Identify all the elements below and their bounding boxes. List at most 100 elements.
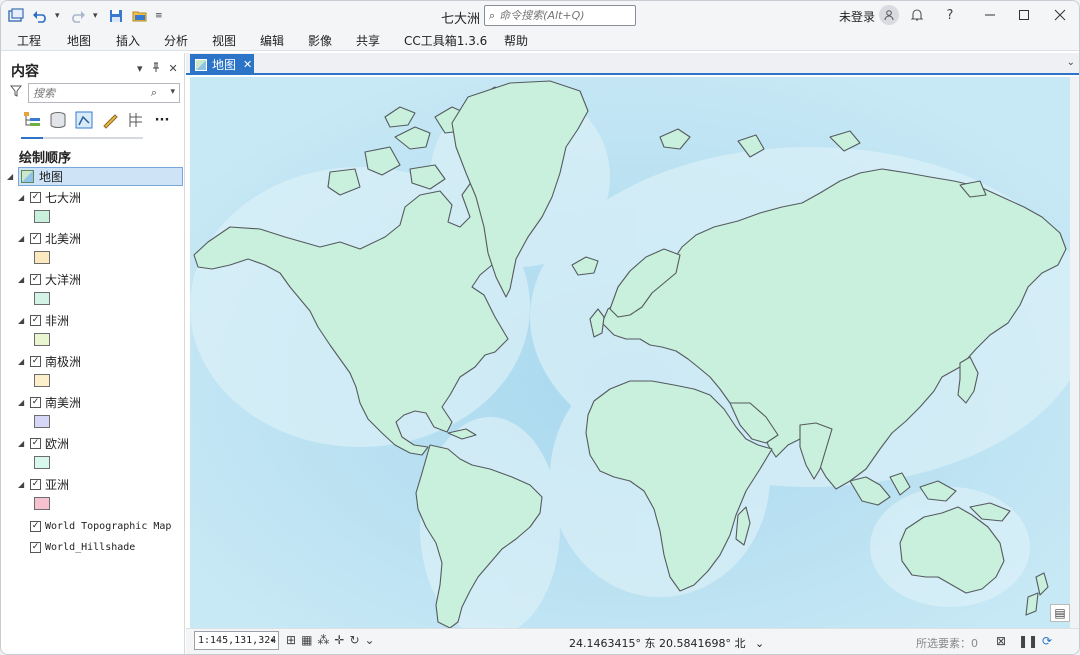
chevron-down-icon[interactable]: ⌄ bbox=[1067, 57, 1075, 68]
map-node[interactable]: 地图 bbox=[18, 167, 183, 186]
collapse-icon[interactable]: ◢ bbox=[18, 439, 24, 448]
layer-checkbox[interactable]: ✓ bbox=[30, 355, 41, 367]
rotation-icon[interactable]: ↻ bbox=[349, 633, 359, 647]
layer-item[interactable]: ✓ 亚洲 bbox=[30, 475, 69, 493]
undo-icon[interactable] bbox=[31, 7, 49, 25]
layer-item[interactable]: ✓ 南美洲 bbox=[30, 393, 81, 411]
layer-checkbox[interactable]: ✓ bbox=[30, 273, 41, 285]
layer-checkbox[interactable]: ✓ bbox=[30, 478, 41, 490]
layer-checkbox[interactable]: ✓ bbox=[30, 396, 41, 408]
basemap-label: World_Hillshade bbox=[45, 541, 136, 553]
chevron-down-icon[interactable]: ⌄ bbox=[755, 637, 764, 650]
layer-checkbox[interactable]: ✓ bbox=[30, 541, 41, 553]
layer-checkbox[interactable]: ✓ bbox=[30, 520, 41, 532]
layer-checkbox[interactable]: ✓ bbox=[30, 191, 41, 203]
pin-icon[interactable] bbox=[151, 62, 161, 76]
menu-map[interactable]: 地图 bbox=[67, 32, 91, 49]
collapse-icon[interactable]: ◢ bbox=[18, 316, 24, 325]
menu-share[interactable]: 共享 bbox=[356, 32, 380, 49]
title-bar: ▾ ▾ ≡ 七大洲 ⌕ 未登录 ? bbox=[1, 1, 1079, 31]
collapse-icon[interactable]: ◢ bbox=[18, 193, 24, 202]
menu-imagery[interactable]: 影像 bbox=[308, 32, 332, 49]
layer-label: 七大洲 bbox=[45, 190, 82, 205]
list-by-selection-icon[interactable] bbox=[75, 111, 93, 129]
pane-options-icon[interactable]: ▾ bbox=[137, 62, 143, 76]
redo-icon[interactable] bbox=[69, 7, 87, 25]
layer-item[interactable]: ✓ 非洲 bbox=[30, 311, 69, 329]
map-view[interactable] bbox=[190, 77, 1070, 628]
layer-swatch[interactable] bbox=[34, 415, 50, 428]
customize-qat-icon[interactable]: ≡ bbox=[155, 11, 163, 21]
map-scrollbar[interactable] bbox=[1070, 77, 1079, 628]
app-icon[interactable] bbox=[7, 7, 25, 25]
layer-swatch[interactable] bbox=[34, 374, 50, 387]
close-button[interactable] bbox=[1051, 6, 1069, 24]
command-search-input[interactable] bbox=[499, 9, 630, 22]
list-by-editing-icon[interactable] bbox=[101, 111, 119, 129]
layer-checkbox[interactable]: ✓ bbox=[30, 437, 41, 449]
search-options-icon[interactable]: ▾ bbox=[170, 87, 175, 97]
minimize-button[interactable] bbox=[981, 6, 999, 24]
menu-view[interactable]: 视图 bbox=[212, 32, 236, 49]
command-search[interactable]: ⌕ bbox=[484, 5, 636, 26]
list-by-source-icon[interactable] bbox=[49, 111, 67, 129]
list-by-drawing-order-icon[interactable] bbox=[23, 111, 41, 129]
layer-swatch[interactable] bbox=[34, 251, 50, 264]
layer-checkbox[interactable]: ✓ bbox=[30, 232, 41, 244]
menu-project[interactable]: 工程 bbox=[17, 32, 41, 49]
open-icon[interactable] bbox=[131, 7, 149, 25]
fixed-zoom-icon[interactable]: ⊞ bbox=[286, 633, 296, 647]
menu-help[interactable]: 帮助 bbox=[504, 32, 528, 49]
bell-icon[interactable] bbox=[908, 6, 926, 24]
pause-icon[interactable]: ❚❚ bbox=[1018, 634, 1038, 648]
layer-item[interactable]: ✓ 北美洲 bbox=[30, 229, 81, 247]
menu-edit[interactable]: 编辑 bbox=[260, 32, 284, 49]
contents-search[interactable]: ⌕ ▾ bbox=[28, 83, 180, 103]
close-icon[interactable]: ✕ bbox=[169, 62, 178, 76]
layer-checkbox[interactable]: ✓ bbox=[30, 314, 41, 326]
login-status[interactable]: 未登录 bbox=[839, 8, 875, 25]
snap-icon[interactable]: ⁂ bbox=[317, 633, 329, 647]
layer-swatch[interactable] bbox=[34, 292, 50, 305]
collapse-icon[interactable]: ◢ bbox=[18, 398, 24, 407]
save-icon[interactable] bbox=[107, 7, 125, 25]
layer-item[interactable]: ✓ 欧洲 bbox=[30, 434, 69, 452]
collapse-icon[interactable]: ◢ bbox=[18, 357, 24, 366]
grid-icon[interactable]: ▦ bbox=[301, 633, 312, 647]
layer-item[interactable]: ✓ 南极洲 bbox=[30, 352, 81, 370]
chevron-down-icon[interactable]: ⌄ bbox=[365, 633, 375, 647]
layers-icon[interactable]: ▤ bbox=[1050, 604, 1070, 622]
menu-insert[interactable]: 插入 bbox=[116, 32, 140, 49]
layer-swatch[interactable] bbox=[34, 333, 50, 346]
layer-swatch[interactable] bbox=[34, 497, 50, 510]
collapse-icon[interactable]: ◢ bbox=[18, 275, 24, 284]
maximize-button[interactable] bbox=[1015, 6, 1033, 24]
avatar[interactable] bbox=[879, 5, 899, 25]
redo-dropdown-icon[interactable]: ▾ bbox=[93, 11, 101, 21]
basemap-item[interactable]: ✓ World Topographic Map bbox=[30, 517, 171, 535]
search-icon[interactable]: ⌕ bbox=[151, 86, 157, 100]
layer-item[interactable]: ✓ 大洋洲 bbox=[30, 270, 81, 288]
layer-swatch[interactable] bbox=[34, 210, 50, 223]
chevron-down-icon[interactable]: ▾ bbox=[270, 636, 275, 645]
undo-dropdown-icon[interactable]: ▾ bbox=[55, 11, 63, 21]
contents-search-input[interactable] bbox=[33, 86, 143, 100]
list-by-labeling-icon[interactable] bbox=[127, 111, 145, 129]
collapse-icon[interactable]: ◢ bbox=[18, 480, 24, 489]
crosshair-icon[interactable]: ✛ bbox=[334, 633, 344, 647]
menu-cc-toolbox[interactable]: CC工具箱1.3.6 bbox=[404, 32, 487, 49]
more-options-icon[interactable]: ··· bbox=[153, 111, 171, 129]
scale-selector[interactable]: 1:145,131,324 ▾ bbox=[194, 631, 279, 650]
refresh-icon[interactable]: ⟳ bbox=[1042, 634, 1052, 648]
help-icon[interactable]: ? bbox=[941, 6, 959, 24]
refresh-stop-icon[interactable]: ⊠ bbox=[996, 634, 1006, 648]
close-icon[interactable]: ✕ bbox=[243, 58, 252, 71]
layer-swatch[interactable] bbox=[34, 456, 50, 469]
basemap-item[interactable]: ✓ World_Hillshade bbox=[30, 538, 135, 556]
tab-map[interactable]: 地图 ✕ bbox=[190, 54, 254, 75]
layer-item[interactable]: ✓ 七大洲 bbox=[30, 188, 81, 206]
menu-analysis[interactable]: 分析 bbox=[164, 32, 188, 49]
collapse-icon[interactable]: ◢ bbox=[18, 234, 24, 243]
collapse-icon[interactable]: ◢ bbox=[7, 172, 13, 181]
filter-icon[interactable] bbox=[9, 85, 23, 100]
